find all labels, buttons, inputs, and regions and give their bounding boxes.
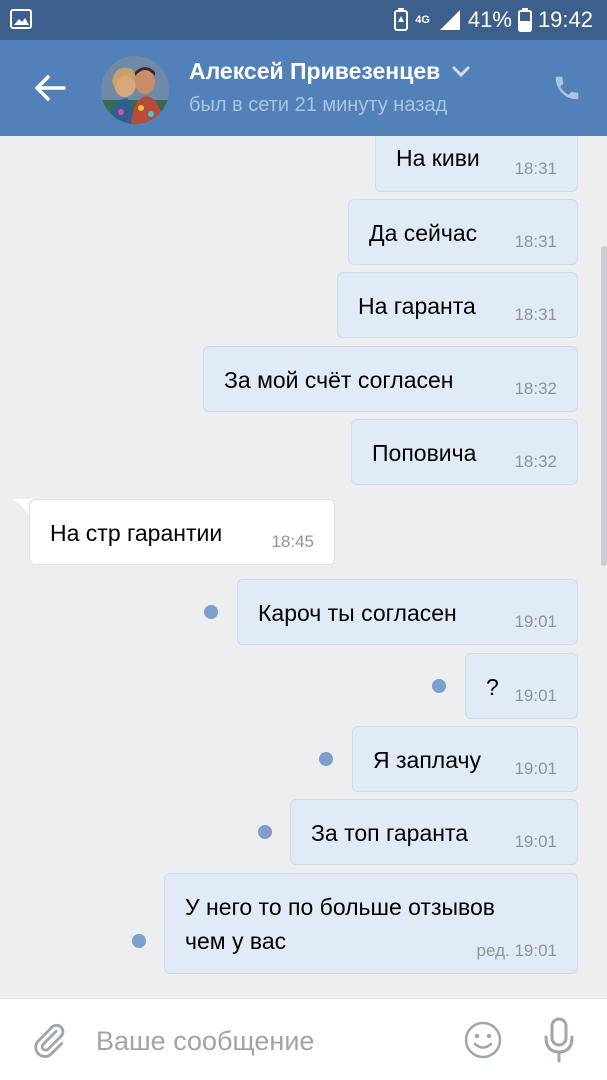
battery-icon	[517, 8, 532, 32]
message-text: Да сейчас	[369, 220, 478, 246]
message-time: 18:31	[514, 159, 557, 178]
back-arrow-icon	[35, 75, 66, 101]
paperclip-icon	[34, 1023, 65, 1058]
message-bubble-outgoing[interactable]: За мой счёт согласен 18:32	[203, 346, 578, 412]
status-bar: 4G 41% 19:42	[0, 0, 607, 40]
unread-indicator	[204, 605, 218, 619]
message-text-line: чем у вас	[185, 928, 287, 954]
unread-indicator	[132, 934, 146, 948]
message-text: За топ гаранта	[311, 820, 469, 846]
message-bubble-outgoing[interactable]: На гаранта 18:31	[337, 272, 578, 338]
emoji-button[interactable]	[460, 1017, 506, 1063]
unread-indicator	[432, 679, 446, 693]
message-text: За мой счёт согласен	[224, 367, 454, 393]
message-time: 18:31	[514, 232, 557, 251]
message-text: Кароч ты согласен	[258, 600, 457, 626]
message-bubble-outgoing[interactable]: Да сейчас 18:31	[348, 199, 578, 265]
message-text: Я заплачу	[373, 747, 481, 773]
message-bubble-outgoing[interactable]: ? 19:01	[465, 653, 578, 719]
message-time: 19:01	[514, 612, 557, 631]
composer	[0, 998, 607, 1080]
back-button[interactable]	[22, 60, 78, 116]
chevron-down-icon	[452, 66, 470, 77]
image-icon	[10, 9, 32, 29]
battery-percent: 41%	[467, 7, 512, 32]
message-text-line: У него то по больше отзывов	[185, 894, 496, 920]
contact-name-text: Алексей Привезенцев	[189, 58, 441, 84]
unread-indicator	[319, 752, 333, 766]
attach-button[interactable]	[26, 1017, 72, 1063]
message-time: 18:31	[514, 305, 557, 324]
message-bubble-outgoing[interactable]: Поповича 18:32	[351, 419, 578, 485]
message-text: На гаранта	[358, 293, 476, 319]
message-bubble-outgoing[interactable]: Я заплачу 19:01	[352, 726, 578, 792]
unread-indicator	[258, 825, 272, 839]
message-bubble-outgoing[interactable]: Кароч ты согласен 19:01	[237, 579, 578, 645]
battery-saver-icon	[394, 8, 409, 31]
message-text: Поповича	[372, 440, 477, 466]
message-input[interactable]	[96, 1021, 436, 1061]
voice-message-button[interactable]	[536, 1015, 582, 1065]
scrollbar[interactable]	[601, 246, 607, 566]
call-button[interactable]	[547, 68, 587, 108]
network-type: 4G	[415, 13, 430, 26]
clock: 19:42	[537, 7, 593, 32]
message-time: ред. 19:01	[476, 941, 557, 960]
chat-header: Алексей Привезенцев был в сети 21 минуту…	[0, 40, 607, 136]
message-text: На стр гарантии	[50, 520, 223, 546]
emoji-icon	[464, 1021, 502, 1059]
message-time: 19:01	[514, 686, 557, 705]
message-time: 18:45	[271, 532, 314, 551]
message-time: 18:32	[514, 379, 557, 398]
message-bubble-outgoing[interactable]: У него то по больше отзывов чем у вас ре…	[164, 873, 578, 974]
avatar[interactable]	[101, 56, 169, 124]
message-text: На киви	[396, 145, 480, 171]
phone-icon	[555, 76, 579, 100]
microphone-icon	[544, 1017, 574, 1063]
message-list[interactable]: На киви 18:31 Да сейчас 18:31 На гаранта…	[0, 136, 607, 998]
message-time: 18:32	[514, 452, 557, 471]
message-time: 19:01	[514, 759, 557, 778]
message-bubble-outgoing[interactable]: За топ гаранта 19:01	[290, 799, 578, 865]
contact-status: был в сети 21 минуту назад	[189, 94, 448, 116]
message-text: ?	[486, 674, 499, 700]
message-time: 19:01	[514, 832, 557, 851]
message-bubble-incoming[interactable]: На стр гарантии 18:45	[29, 499, 335, 565]
contact-name[interactable]: Алексей Привезенцев	[189, 58, 470, 85]
message-bubble-outgoing[interactable]: На киви 18:31	[375, 136, 578, 192]
signal-icon	[439, 10, 460, 30]
